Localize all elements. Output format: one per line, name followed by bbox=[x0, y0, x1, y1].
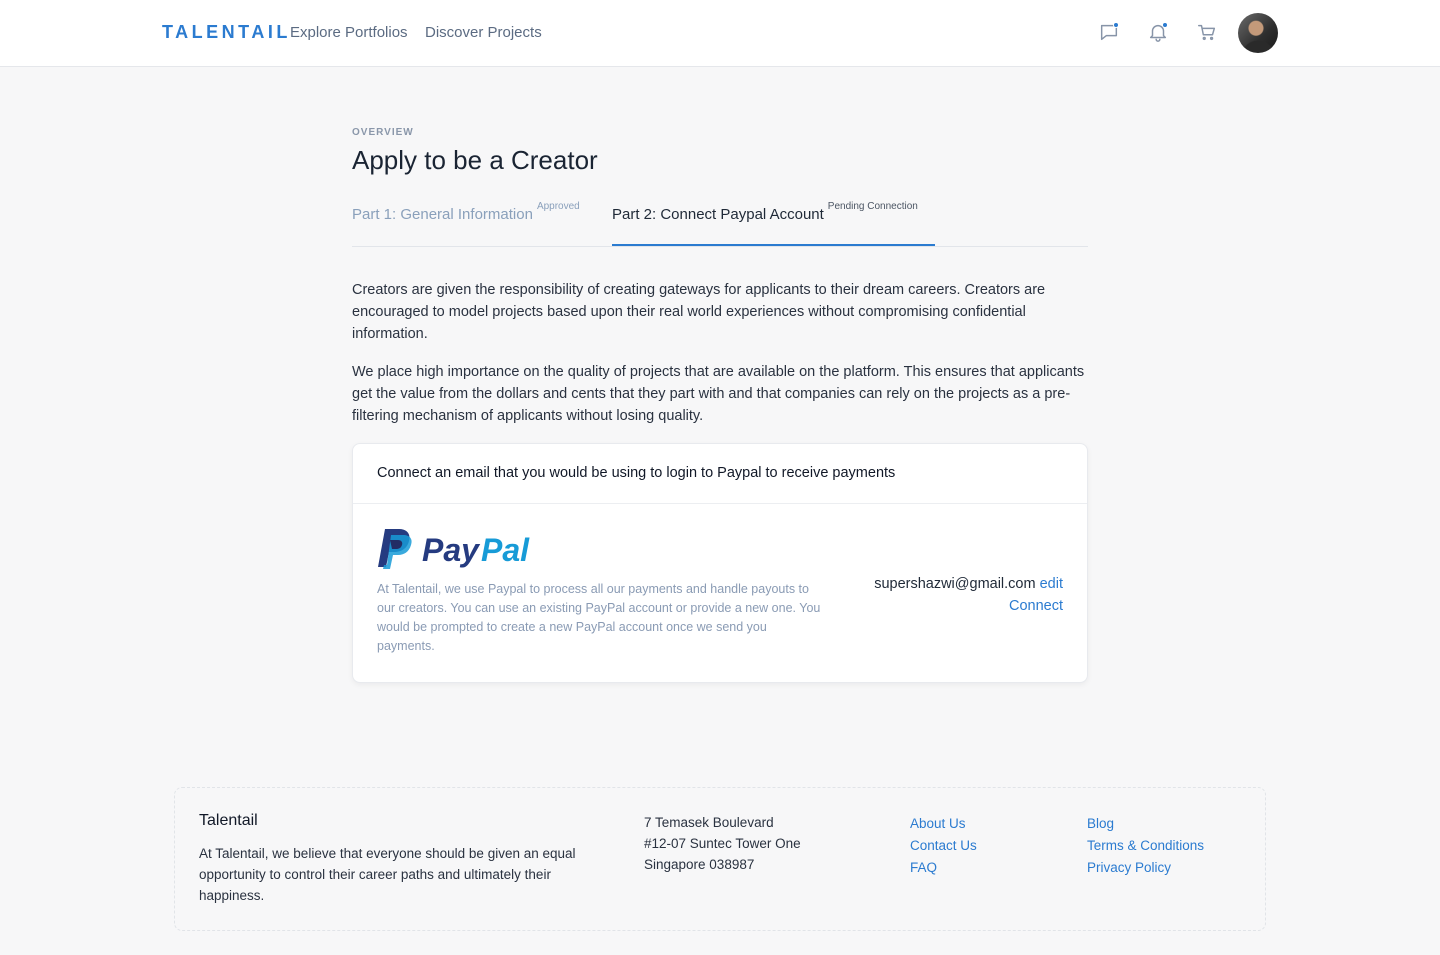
chat-icon[interactable] bbox=[1098, 21, 1120, 43]
footer-link-faq[interactable]: FAQ bbox=[910, 857, 977, 879]
footer-link-about-us[interactable]: About Us bbox=[910, 813, 977, 835]
paypal-description: At Talentail, we use Paypal to process a… bbox=[377, 582, 821, 653]
address-line: Singapore 038987 bbox=[644, 857, 755, 872]
paypal-connect-card: Connect an email that you would be using… bbox=[352, 443, 1088, 683]
footer-link-blog[interactable]: Blog bbox=[1087, 813, 1204, 835]
chat-notification-dot bbox=[1113, 22, 1119, 28]
page-title: Apply to be a Creator bbox=[352, 145, 598, 175]
intro-paragraph: Creators are given the responsibility of… bbox=[352, 282, 1046, 342]
cart-icon[interactable] bbox=[1196, 21, 1218, 43]
footer-link-contact-us[interactable]: Contact Us bbox=[910, 835, 977, 857]
footer-link-terms[interactable]: Terms & Conditions bbox=[1087, 835, 1204, 857]
bell-icon[interactable] bbox=[1147, 21, 1169, 43]
email-block: supershazwi@gmail.com edit Connect bbox=[874, 573, 1063, 617]
paypal-wordmark-pal: Pal bbox=[481, 532, 530, 568]
application-tabs: Part 1: General Information Approved Part… bbox=[352, 196, 1088, 247]
paypal-email: supershazwi@gmail.com bbox=[874, 576, 1036, 592]
paypal-p-mark-icon bbox=[378, 529, 412, 569]
edit-email-link[interactable]: edit bbox=[1040, 576, 1063, 592]
connect-paypal-link[interactable]: Connect bbox=[1009, 598, 1063, 614]
quality-paragraph: We place high importance on the quality … bbox=[352, 364, 1085, 424]
footer-description: At Talentail, we believe that everyone s… bbox=[199, 846, 576, 903]
nav-explore-portfolios[interactable]: Explore Portfolios bbox=[290, 24, 408, 41]
tab-label: Part 1: General Information bbox=[352, 206, 533, 223]
page-overline: OVERVIEW bbox=[352, 127, 414, 138]
footer-links-company: About Us Contact Us FAQ bbox=[910, 813, 977, 879]
card-header: Connect an email that you would be using… bbox=[353, 444, 1087, 504]
tab-status-badge: Approved bbox=[536, 201, 580, 212]
nav-discover-projects[interactable]: Discover Projects bbox=[425, 24, 542, 41]
tab-connect-paypal[interactable]: Part 2: Connect Paypal Account Pending Co… bbox=[612, 196, 935, 246]
tab-label: Part 2: Connect Paypal Account bbox=[612, 206, 824, 223]
bell-notification-dot bbox=[1162, 22, 1168, 28]
user-avatar[interactable] bbox=[1238, 13, 1278, 53]
footer-brand: Talentail bbox=[199, 812, 258, 829]
brand-logo[interactable]: TALENTAIL bbox=[162, 22, 291, 43]
address-line: 7 Temasek Boulevard bbox=[644, 815, 774, 830]
site-footer: Talentail At Talentail, we believe that … bbox=[174, 787, 1266, 931]
address-line: #12-07 Suntec Tower One bbox=[644, 836, 801, 851]
paypal-wordmark-pay: Pay bbox=[422, 532, 481, 568]
footer-link-privacy[interactable]: Privacy Policy bbox=[1087, 857, 1204, 879]
card-heading: Connect an email that you would be using… bbox=[377, 465, 896, 481]
footer-address: 7 Temasek Boulevard #12-07 Suntec Tower … bbox=[644, 812, 801, 875]
top-navbar: TALENTAIL Explore Portfolios Discover Pr… bbox=[0, 0, 1440, 67]
footer-links-resources: Blog Terms & Conditions Privacy Policy bbox=[1087, 813, 1204, 879]
tab-status-badge: Pending Connection bbox=[827, 201, 918, 212]
paypal-logo: Pay Pal bbox=[377, 528, 542, 570]
